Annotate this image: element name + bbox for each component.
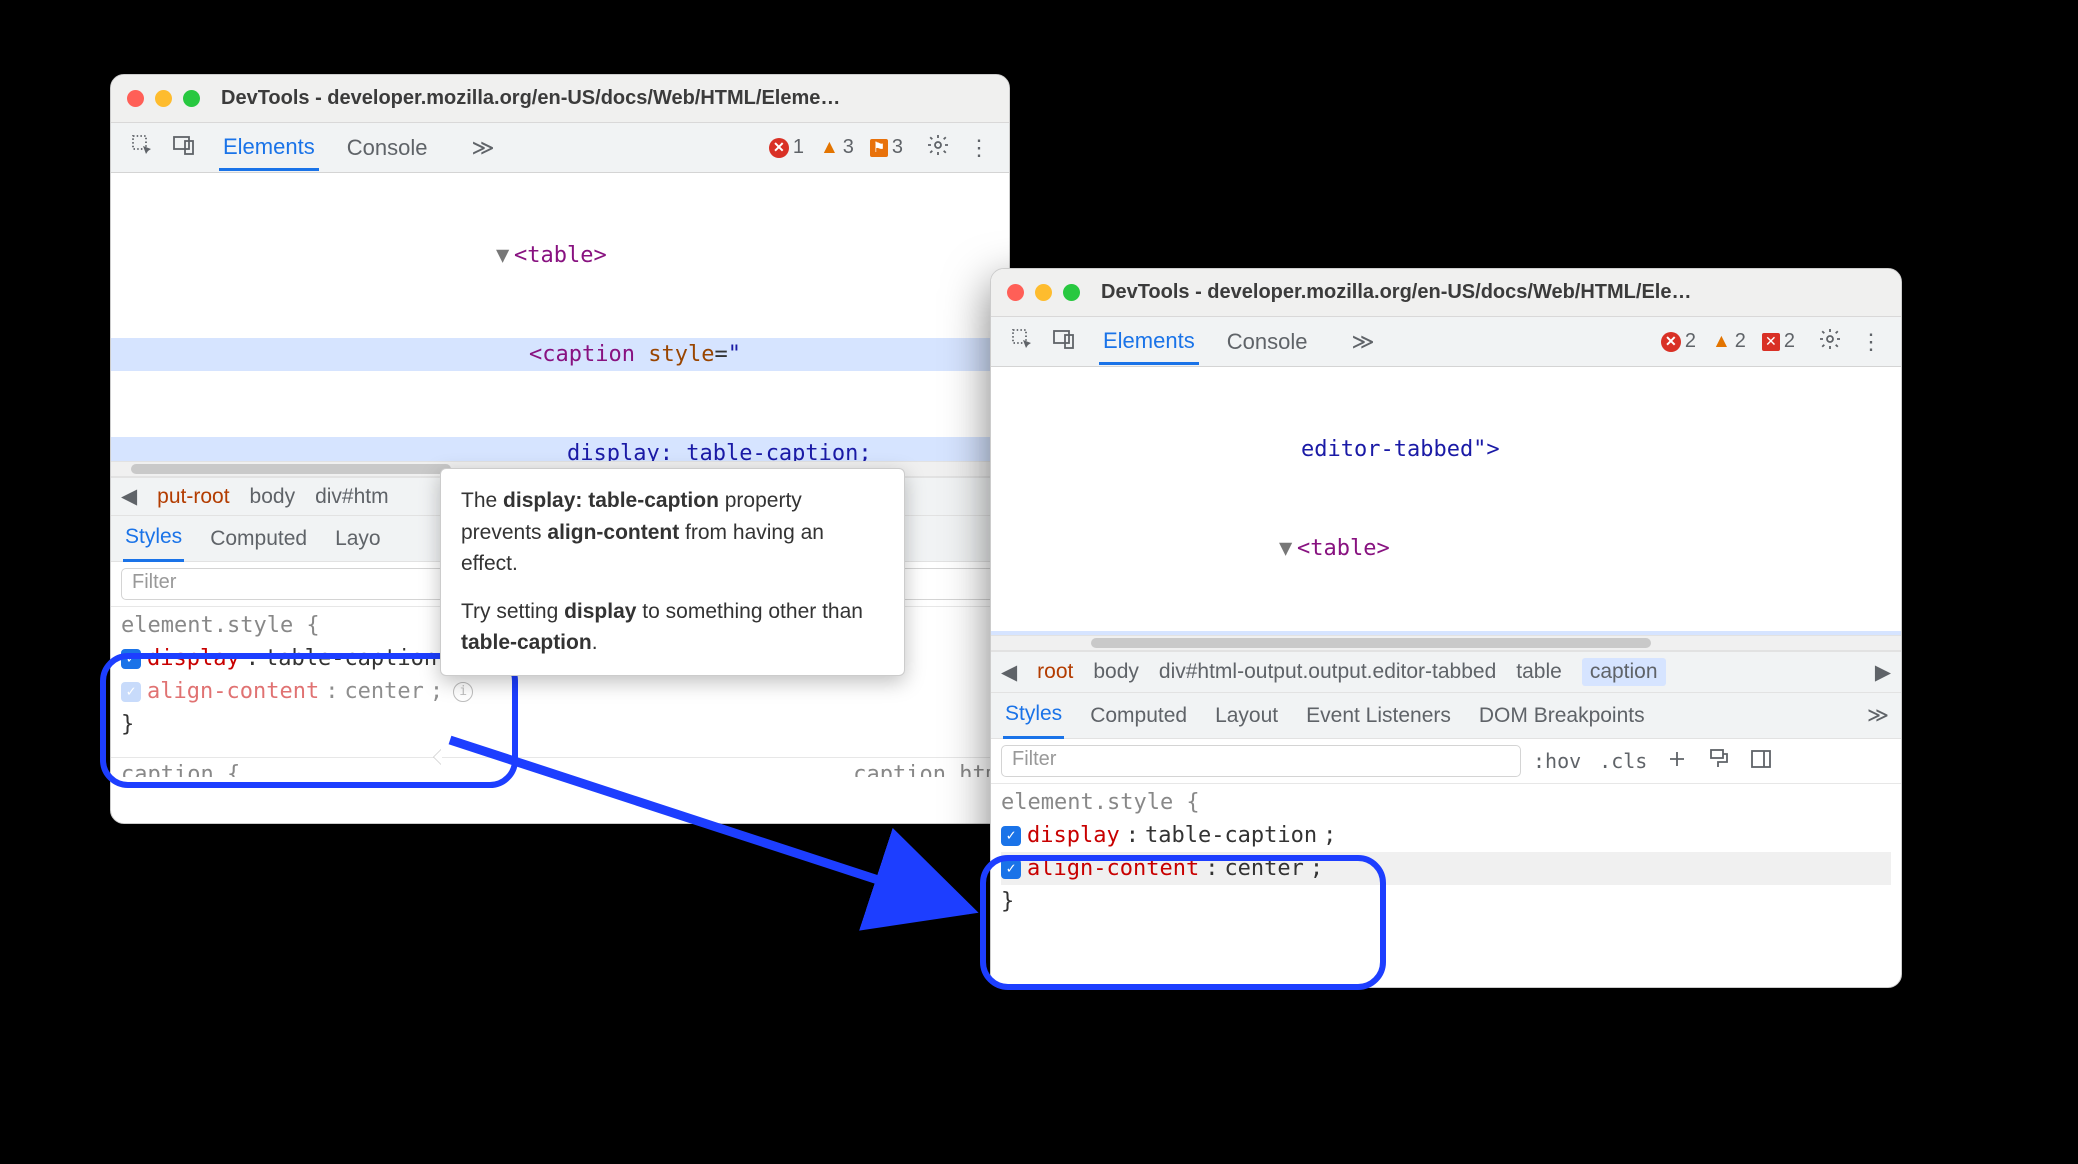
- more-tabs-icon[interactable]: ≫: [1351, 329, 1374, 355]
- status-flags[interactable]: ✕2: [1762, 330, 1795, 353]
- inspect-icon[interactable]: [1001, 323, 1043, 361]
- checkbox-icon[interactable]: ✓: [1001, 826, 1021, 846]
- tab-elements[interactable]: Elements: [1099, 318, 1199, 365]
- zoom-icon[interactable]: [1063, 284, 1080, 301]
- element-style-block[interactable]: element.style { ✓ display: table-caption…: [991, 784, 1901, 928]
- more-tabs-icon[interactable]: ≫: [471, 135, 494, 161]
- devtools-toolbar: Elements Console ≫ ✕2 ▲2 ✕2 ⋮: [991, 317, 1901, 367]
- subtab-computed[interactable]: Computed: [1088, 694, 1189, 738]
- crumbs-scroll-left-icon[interactable]: ◀: [121, 484, 137, 509]
- subtab-layout[interactable]: Layout: [1213, 694, 1280, 738]
- style-block-end: }: [1001, 885, 1891, 918]
- close-icon[interactable]: [1007, 284, 1024, 301]
- devtools-toolbar: Elements Console ≫ ✕1 ▲3 ⚑3 ⋮: [111, 123, 1009, 173]
- breadcrumb[interactable]: ◀ root body div#html-output.output.edito…: [991, 651, 1901, 693]
- panel-toggle-icon[interactable]: [1749, 747, 1773, 776]
- hov-button[interactable]: :hov: [1533, 749, 1581, 773]
- checkbox-icon[interactable]: ✓: [121, 682, 141, 702]
- crumb-item[interactable]: root: [1037, 660, 1073, 684]
- status-warnings[interactable]: ▲3: [820, 136, 854, 159]
- subtab-layout[interactable]: Layo: [333, 517, 383, 561]
- crumb-item[interactable]: div#htm: [315, 485, 389, 509]
- prop-align-content[interactable]: ✓ align-content: center;: [1001, 852, 1891, 885]
- window-title: DevTools - developer.mozilla.org/en-US/d…: [1101, 281, 1691, 304]
- status-icons: ✕2 ▲2 ✕2: [1661, 330, 1795, 353]
- subtab-styles[interactable]: Styles: [1003, 692, 1064, 739]
- gear-icon[interactable]: [1809, 323, 1851, 361]
- kebab-menu-icon[interactable]: ⋮: [1851, 325, 1891, 359]
- property-tooltip: The display: table-caption property prev…: [440, 468, 905, 676]
- subtab-styles[interactable]: Styles: [123, 515, 184, 562]
- checkbox-icon[interactable]: ✓: [1001, 859, 1021, 879]
- crumbs-scroll-right-icon[interactable]: ▶: [1875, 660, 1891, 685]
- status-errors[interactable]: ✕2: [1661, 330, 1696, 353]
- checkbox-icon[interactable]: ✓: [121, 649, 141, 669]
- paint-icon[interactable]: [1707, 747, 1731, 776]
- close-icon[interactable]: [127, 90, 144, 107]
- status-flags[interactable]: ⚑3: [870, 136, 903, 159]
- titlebar[interactable]: DevTools - developer.mozilla.org/en-US/d…: [991, 269, 1901, 317]
- new-rule-icon[interactable]: [1665, 747, 1689, 776]
- dom-tree[interactable]: editor-tabbed"> ▼<table> <caption style=…: [991, 367, 1901, 635]
- kebab-menu-icon[interactable]: ⋮: [959, 131, 999, 165]
- devtools-window-right: DevTools - developer.mozilla.org/en-US/d…: [990, 268, 1902, 988]
- minimize-icon[interactable]: [155, 90, 172, 107]
- device-toggle-icon[interactable]: [1043, 323, 1085, 361]
- subtab-dom-breakpoints[interactable]: DOM Breakpoints: [1477, 694, 1647, 738]
- tab-console[interactable]: Console: [1223, 319, 1312, 365]
- crumb-item[interactable]: caption: [1582, 658, 1666, 686]
- cls-button[interactable]: .cls: [1599, 749, 1647, 773]
- panel-tabs: Elements Console ≫: [219, 124, 494, 171]
- crumb-item[interactable]: div#html-output.output.editor-tabbed: [1159, 660, 1496, 684]
- status-warnings[interactable]: ▲2: [1712, 330, 1746, 353]
- window-title: DevTools - developer.mozilla.org/en-US/d…: [221, 87, 840, 110]
- status-icons: ✕1 ▲3 ⚑3: [769, 136, 903, 159]
- device-toggle-icon[interactable]: [163, 129, 205, 167]
- prop-display[interactable]: ✓ display: table-caption;: [1001, 819, 1891, 852]
- panel-tabs: Elements Console ≫: [1099, 318, 1374, 365]
- zoom-icon[interactable]: [183, 90, 200, 107]
- minimize-icon[interactable]: [1035, 284, 1052, 301]
- gear-icon[interactable]: [917, 129, 959, 167]
- info-icon[interactable]: i: [453, 682, 473, 702]
- more-tabs-icon[interactable]: ≫: [1867, 703, 1889, 728]
- status-errors[interactable]: ✕1: [769, 136, 804, 159]
- prop-align-content[interactable]: ✓ align-content: center; i: [121, 675, 999, 708]
- crumb-item[interactable]: body: [1093, 660, 1139, 684]
- style-selector: element.style {: [1001, 786, 1891, 819]
- traffic-lights: [127, 90, 200, 107]
- crumb-item[interactable]: put-root: [157, 485, 229, 509]
- dom-tree[interactable]: ▼<<table>table> <caption style=" display…: [111, 173, 1009, 461]
- tab-elements[interactable]: Elements: [219, 124, 319, 171]
- filter-input[interactable]: Filter: [1001, 745, 1521, 777]
- subtab-event-listeners[interactable]: Event Listeners: [1304, 694, 1453, 738]
- titlebar[interactable]: DevTools - developer.mozilla.org/en-US/d…: [111, 75, 1009, 123]
- tab-console[interactable]: Console: [343, 125, 432, 171]
- devtools-window-left: DevTools - developer.mozilla.org/en-US/d…: [110, 74, 1010, 824]
- filter-row: Filter :hov .cls: [991, 739, 1901, 784]
- crumb-item[interactable]: body: [250, 485, 296, 509]
- caption-rule-source[interactable]: caption.htm: [853, 762, 999, 773]
- styles-sub-tabs: Styles Computed Layout Event Listeners D…: [991, 693, 1901, 739]
- dom-hscroll[interactable]: [991, 635, 1901, 651]
- style-block-end: }: [121, 708, 999, 741]
- traffic-lights: [1007, 284, 1080, 301]
- crumb-item[interactable]: table: [1516, 660, 1562, 684]
- inspect-icon[interactable]: [121, 129, 163, 167]
- subtab-computed[interactable]: Computed: [208, 517, 309, 561]
- caption-rule-selector[interactable]: caption {: [121, 762, 240, 773]
- crumbs-scroll-left-icon[interactable]: ◀: [1001, 660, 1017, 685]
